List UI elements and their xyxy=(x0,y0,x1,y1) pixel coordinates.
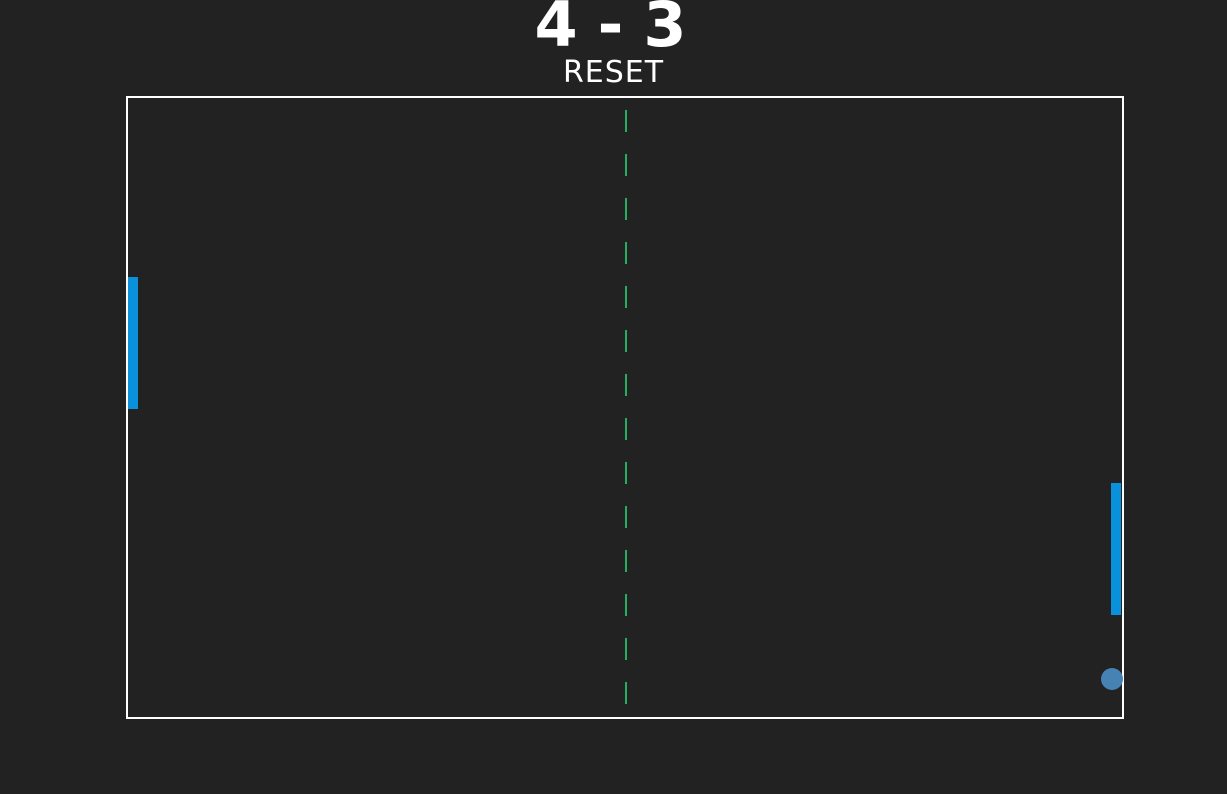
left-score: 4 xyxy=(534,0,584,61)
right-score: 3 xyxy=(643,0,693,61)
scoreboard: 4-3 xyxy=(0,0,1227,62)
game-stage: 4-3 RESET xyxy=(0,0,1227,794)
right-paddle[interactable] xyxy=(1111,483,1121,615)
ball xyxy=(1101,668,1123,690)
game-court xyxy=(126,96,1124,719)
center-net-line xyxy=(625,110,627,708)
reset-button[interactable]: RESET xyxy=(0,55,1227,91)
left-paddle[interactable] xyxy=(128,277,138,409)
score-separator: - xyxy=(597,0,630,61)
